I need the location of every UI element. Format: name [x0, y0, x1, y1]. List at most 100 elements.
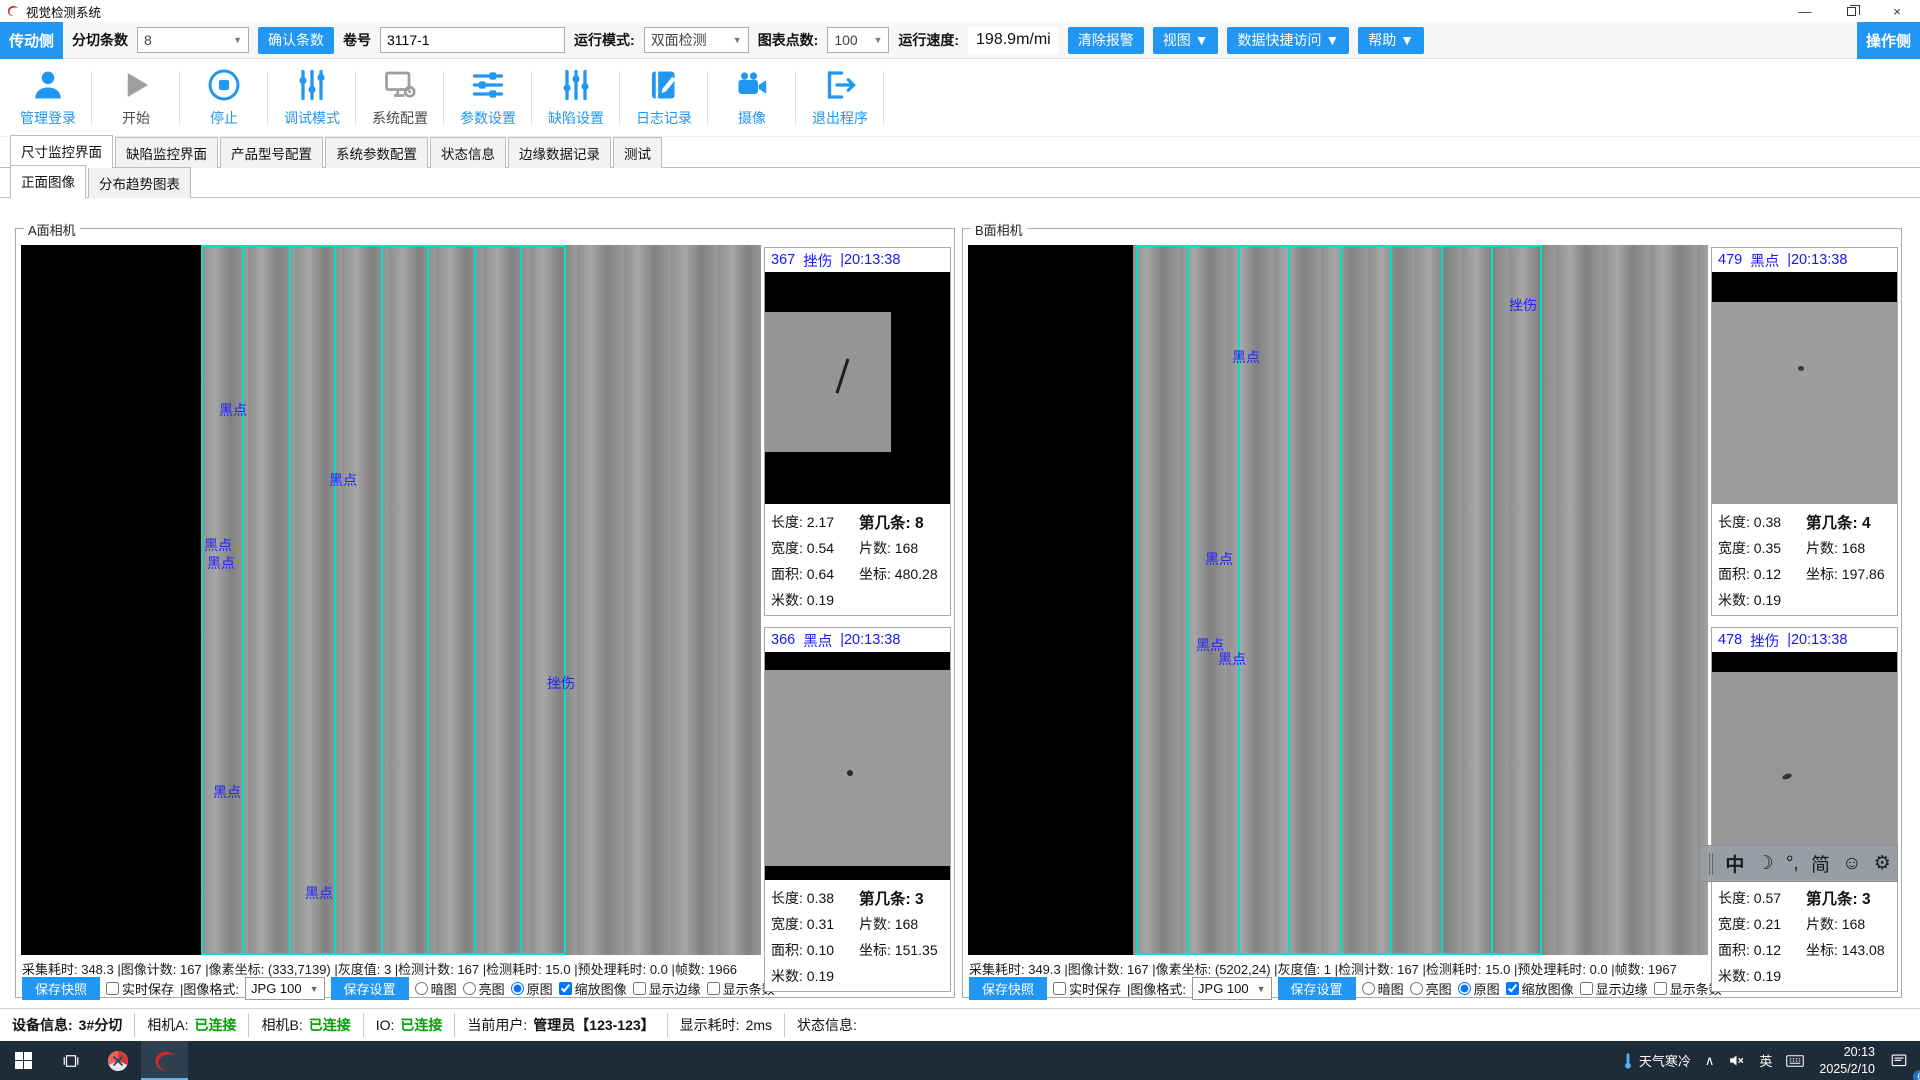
- ime-simplified-toggle[interactable]: 简: [1811, 850, 1830, 877]
- defect-meters: 0.19: [807, 968, 834, 984]
- tab-distribution-chart[interactable]: 分布趋势图表: [88, 167, 191, 198]
- defect-card: 366 黑点 |20:13:38 长度: 0.38 第几条: 3 宽度: 0.3…: [764, 627, 951, 992]
- confirm-count-button[interactable]: 确认条数: [258, 27, 334, 54]
- view-menu-button[interactable]: 视图 ▼: [1153, 27, 1219, 54]
- defect-id: 366: [771, 632, 795, 648]
- ime-punctuation-toggle[interactable]: °,: [1786, 853, 1799, 875]
- log-record-button[interactable]: 日志记录: [620, 59, 708, 136]
- defect-strip: 8: [915, 515, 924, 532]
- touch-keyboard-button[interactable]: [1779, 1041, 1811, 1080]
- defect-mark-label: 挫伤: [1509, 295, 1537, 315]
- clear-alarm-button[interactable]: 清除报警: [1068, 27, 1144, 54]
- split-count-select[interactable]: 8 ▼: [137, 27, 249, 53]
- image-format-select[interactable]: JPG 100▼: [245, 977, 325, 1000]
- start-button[interactable]: 开始: [92, 59, 180, 136]
- camera-b-title: B面相机: [971, 220, 1027, 239]
- strip-boundary-line: [334, 245, 336, 955]
- strip-boundary-line: [564, 245, 566, 955]
- system-config-button[interactable]: 系统配置: [356, 59, 444, 136]
- camera-a-defect-column: 367 挫伤 |20:13:38 长度: 2.17 第几条: 8 宽度: 0.5…: [764, 245, 951, 993]
- ime-emoji-button[interactable]: ☺: [1842, 853, 1861, 875]
- save-snapshot-button[interactable]: 保存快照: [969, 977, 1047, 1000]
- data-quick-access-button[interactable]: 数据快捷访问 ▼: [1227, 27, 1349, 54]
- help-menu-button[interactable]: 帮助 ▼: [1358, 27, 1424, 54]
- volume-tray-button[interactable]: [1721, 1041, 1752, 1080]
- dark-image-radio[interactable]: [415, 982, 428, 995]
- task-view-button[interactable]: [47, 1041, 94, 1080]
- device-info-label: 设备信息:: [12, 1015, 73, 1035]
- defect-id: 367: [771, 252, 795, 268]
- tab-test[interactable]: 测试: [613, 137, 662, 168]
- tab-product-model-config[interactable]: 产品型号配置: [220, 137, 323, 168]
- status-info-label: 状态信息:: [797, 1015, 857, 1035]
- defect-pieces: 168: [895, 540, 918, 556]
- realtime-save-checkbox[interactable]: [1053, 982, 1066, 995]
- original-image-radio[interactable]: [511, 982, 524, 995]
- defect-width: 0.54: [807, 540, 834, 556]
- taskbar-app-snipping[interactable]: [94, 1041, 141, 1080]
- restore-button[interactable]: [1828, 0, 1874, 22]
- strip-boundary-line: [427, 245, 429, 955]
- drag-handle-icon[interactable]: [1709, 853, 1713, 875]
- icon-toolbar: 管理登录 开始 停止 调试模式 系统配置 参数设置 缺陷设置 日志记录: [0, 59, 1920, 137]
- ime-language-bar: 中 ☽ °, 简 ☺ ⚙: [1700, 845, 1898, 882]
- camera-a-title: A面相机: [24, 220, 80, 239]
- tab-system-param-config[interactable]: 系统参数配置: [325, 137, 428, 168]
- realtime-save-checkbox[interactable]: [106, 982, 119, 995]
- tab-status-info[interactable]: 状态信息: [430, 137, 506, 168]
- start-button[interactable]: [0, 1041, 47, 1080]
- stop-button[interactable]: 停止: [180, 59, 268, 136]
- taskbar-clock[interactable]: 20:13 2025/2/10: [1811, 1044, 1883, 1077]
- app-logo-icon: [6, 4, 20, 18]
- tab-defect-monitor[interactable]: 缺陷监控界面: [115, 137, 218, 168]
- show-strips-checkbox[interactable]: [707, 982, 720, 995]
- bright-image-radio[interactable]: [463, 982, 476, 995]
- vision-app-icon: [152, 1048, 178, 1074]
- save-snapshot-button[interactable]: 保存快照: [22, 977, 100, 1000]
- chevron-down-icon: ▼: [733, 35, 742, 45]
- exit-program-button[interactable]: 退出程序: [796, 59, 884, 136]
- chart-points-select[interactable]: 100 ▼: [827, 27, 889, 53]
- show-edge-checkbox[interactable]: [1580, 982, 1593, 995]
- minimize-button[interactable]: —: [1782, 0, 1828, 22]
- zoom-image-checkbox[interactable]: [559, 982, 572, 995]
- roll-input[interactable]: [380, 27, 565, 53]
- debug-mode-button[interactable]: 调试模式: [268, 59, 356, 136]
- tray-expand-button[interactable]: ∧: [1698, 1041, 1722, 1080]
- show-edge-checkbox[interactable]: [633, 982, 646, 995]
- drive-side-button[interactable]: 传动侧: [0, 22, 63, 59]
- action-center-button[interactable]: 6: [1883, 1041, 1920, 1080]
- ime-language-indicator[interactable]: 英: [1752, 1041, 1779, 1080]
- taskbar-app-vision-system[interactable]: [141, 1041, 188, 1080]
- io-conn-label: IO:: [376, 1017, 395, 1033]
- tab-size-monitor[interactable]: 尺寸监控界面: [10, 135, 113, 168]
- param-settings-button[interactable]: 参数设置: [444, 59, 532, 136]
- run-mode-label: 运行模式:: [574, 30, 635, 50]
- defect-time: |20:13:38: [840, 252, 900, 268]
- admin-login-button[interactable]: 管理登录: [4, 59, 92, 136]
- show-strips-checkbox[interactable]: [1654, 982, 1667, 995]
- system-tray: 天气寒冷 ∧ 英 20:13 2025/2/10 6: [1614, 1041, 1920, 1080]
- dark-image-radio[interactable]: [1362, 982, 1375, 995]
- original-image-radio[interactable]: [1458, 982, 1471, 995]
- windows-start-icon: [15, 1052, 32, 1069]
- save-settings-button[interactable]: 保存设置: [331, 977, 409, 1000]
- tab-front-image[interactable]: 正面图像: [10, 165, 86, 198]
- run-mode-select[interactable]: 双面检测 ▼: [644, 27, 749, 53]
- save-settings-button[interactable]: 保存设置: [1278, 977, 1356, 1000]
- defect-settings-button[interactable]: 缺陷设置: [532, 59, 620, 136]
- bright-image-radio[interactable]: [1410, 982, 1423, 995]
- tab-edge-data-record[interactable]: 边缘数据记录: [508, 137, 611, 168]
- image-format-select[interactable]: JPG 100▼: [1192, 977, 1272, 1000]
- zoom-image-checkbox[interactable]: [1506, 982, 1519, 995]
- defect-mark-label: 黑点: [1205, 549, 1233, 569]
- display-time-value: 2ms: [746, 1017, 772, 1033]
- defect-meters: 0.19: [1754, 968, 1781, 984]
- weather-tray-item[interactable]: 天气寒冷: [1614, 1041, 1698, 1080]
- ime-moon-icon[interactable]: ☽: [1757, 852, 1774, 875]
- ime-lang-toggle[interactable]: 中: [1725, 850, 1744, 877]
- capture-button[interactable]: 摄像: [708, 59, 796, 136]
- operator-side-button[interactable]: 操作侧: [1857, 22, 1920, 59]
- close-button[interactable]: ×: [1874, 0, 1920, 22]
- ime-settings-gear-icon[interactable]: ⚙: [1874, 852, 1891, 875]
